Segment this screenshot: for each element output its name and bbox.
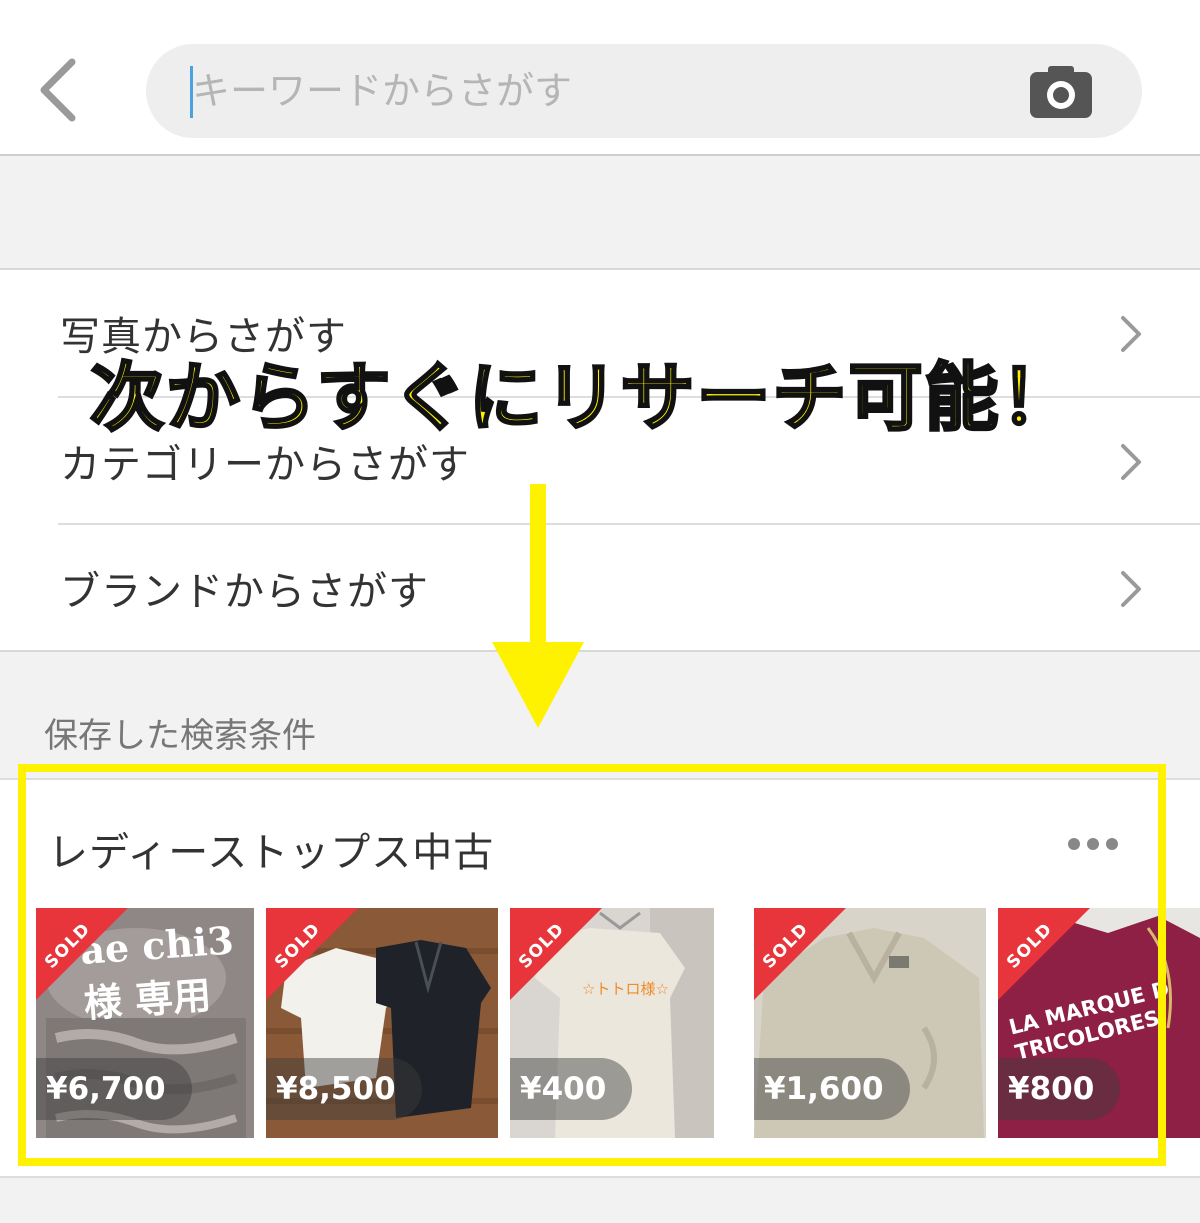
header-bar: [0, 0, 1200, 156]
menu-item-label: ブランドからさがす: [60, 569, 429, 615]
annotation-caption: 次からすぐにリサーチ可能！: [89, 354, 1077, 443]
chevron-right-icon: [1121, 571, 1141, 607]
chevron-right-icon: [1121, 316, 1141, 352]
chevron-right-icon: [1121, 444, 1141, 480]
menu-item-brand-search[interactable]: ブランドからさがす: [0, 525, 1200, 652]
arrow-down-icon: [492, 484, 584, 728]
search-input[interactable]: [192, 62, 1012, 120]
camera-button[interactable]: [1030, 66, 1092, 118]
text-cursor: [190, 66, 193, 118]
back-button[interactable]: [28, 52, 88, 128]
camera-icon: [1030, 66, 1092, 118]
saved-searches-heading: 保存した検索条件: [44, 716, 316, 756]
chevron-left-icon: [40, 58, 76, 122]
highlight-frame: [18, 764, 1166, 1166]
spacer-band: [0, 158, 1200, 270]
bottom-spacer: [0, 1180, 1200, 1223]
search-bar[interactable]: [146, 44, 1142, 138]
search-menu: 写真からさがす カテゴリーからさがす ブランドからさがす: [0, 270, 1200, 652]
